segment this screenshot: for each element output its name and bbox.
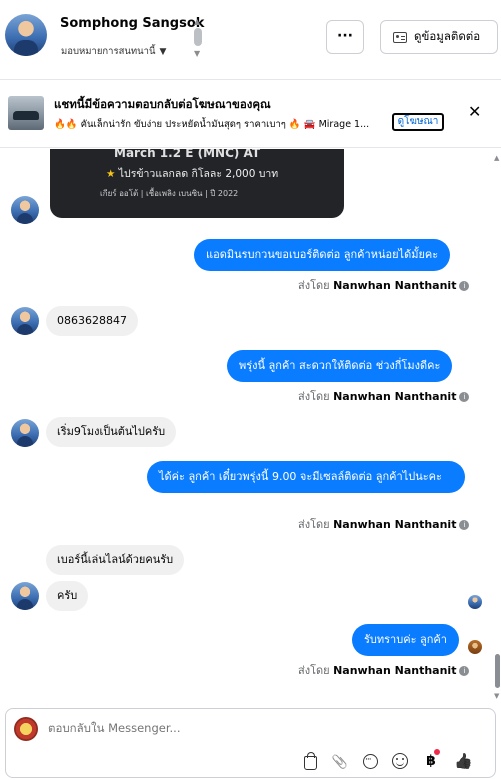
scroll-up-arrow-icon[interactable]: ▲ [494,154,499,162]
sent-by-label: ส่งโดย Nanwhan Nanthanit i [298,387,470,405]
sent-by-label: ส่งโดย Nanwhan Nanthanit i [298,515,470,533]
reply-input[interactable] [48,721,468,735]
read-receipt-avatar [468,640,482,654]
incoming-message[interactable]: 0863628847 [46,306,138,336]
incoming-message[interactable]: เบอร์นี้เล่นไลน์ด้วยคนรับ [46,545,185,575]
sent-by-prefix: ส่งโดย [298,279,330,292]
info-icon[interactable]: i [459,392,470,402]
sender-name: Nanwhan Nanthanit [333,518,457,531]
assign-conversation-dropdown[interactable]: มอบหมายการสนทนานี้ ▼ [61,44,166,59]
notification-dot [434,749,440,755]
outgoing-message[interactable]: ได้ค่ะ ลูกค้า เดี๋ยวพรุ่งนี้ 9.00 จะมีเซ… [147,461,465,493]
thread-scrollbar[interactable]: ▲ ▼ [494,149,501,706]
contact-avatar-small[interactable] [11,582,39,610]
star-icon: ★ [106,168,116,180]
scroll-thumb[interactable] [495,654,500,688]
ad-banner-subtitle: 🔥🔥 คันเล็กน่ารัก ขับง่าย ประหยัดน้ำมันสุ… [54,119,370,130]
scroll-up-arrow-icon[interactable]: ▲ [194,17,200,26]
ad-card-specs: เกียร์ ออโต้ | เชื้อเพลิง เบนซิน | ปี 20… [100,189,239,198]
outgoing-message[interactable]: แอดมินรบกวนขอเบอร์ติดต่อ ลูกค้าหน่อยได้ม… [194,239,451,271]
contact-info-button[interactable]: ดูข้อมูลติดต่อ [380,20,498,54]
baht-icon[interactable]: ฿ [422,749,440,770]
ad-banner-title: แชทนี้มีข้อความตอบกลับต่อโฆษณาของคุณ [54,97,271,111]
shopping-bag-icon[interactable] [304,751,317,770]
sender-name: Nanwhan Nanthanit [333,279,457,292]
ad-card-model: March 1.2 E (MNC) AT [114,149,261,160]
sent-by-label: ส่งโดย Nanwhan Nanthanit i [298,276,470,294]
incoming-message[interactable]: ครับ [46,581,89,611]
read-receipt-avatar [468,595,482,609]
conversation-header: Somphong Sangsok มอบหมายการสนทนานี้ ▼ ▲ ▼… [0,0,501,80]
scroll-down-arrow-icon[interactable]: ▼ [194,49,200,58]
page-avatar [14,717,38,741]
contact-avatar-small[interactable] [11,307,39,335]
message-thread[interactable]: March 1.2 E (MNC) AT ★ ไปรข้าวแลกลด กิโล… [0,149,501,706]
close-icon[interactable]: ✕ [468,102,481,121]
sent-by-prefix: ส่งโดย [298,390,330,403]
contact-name[interactable]: Somphong Sangsok [60,16,204,31]
contact-avatar[interactable] [5,14,47,56]
sent-by-prefix: ส่งโดย [298,518,330,531]
sender-name: Nanwhan Nanthanit [333,664,457,677]
info-icon[interactable]: i [459,666,470,676]
contact-avatar-small[interactable] [11,196,39,224]
info-icon[interactable]: i [459,520,470,530]
assign-label: มอบหมายการสนทนานี้ [61,46,156,57]
ad-referral-banner: แชทนี้มีข้อความตอบกลับต่อโฆษณาของคุณ 🔥🔥 … [0,80,501,148]
contact-card-icon [393,31,407,43]
smiley-icon[interactable] [392,753,408,769]
sent-by-prefix: ส่งโดย [298,664,330,677]
outgoing-message[interactable]: พรุ่งนี้ ลูกค้า สะดวกให้ติดต่อ ช่วงกี่โม… [227,350,453,382]
contact-info-label: ดูข้อมูลติดต่อ [414,29,481,43]
ad-card-promo-text: ไปรข้าวแลกลด กิโลละ 2,000 บาท [118,168,279,180]
ad-card-promo: ★ ไปรข้าวแลกลด กิโลละ 2,000 บาท [106,165,278,182]
message-composer: ฿ [5,708,496,778]
outgoing-message[interactable]: รับทราบค่ะ ลูกค้า [352,624,459,656]
view-ad-link[interactable]: ดูโฆษณา [392,113,444,131]
scroll-thumb[interactable] [194,28,202,46]
ad-image-card[interactable]: March 1.2 E (MNC) AT ★ ไปรข้าวแลกลด กิโล… [50,149,344,218]
scroll-down-arrow-icon[interactable]: ▼ [494,692,499,700]
composer-toolbar: ฿ [304,749,472,770]
chat-bubble-icon[interactable] [363,751,378,769]
ad-thumbnail[interactable] [8,96,44,130]
thumbs-up-icon[interactable] [454,752,472,770]
paperclip-icon[interactable] [331,752,349,770]
chevron-down-icon: ▼ [159,47,167,57]
contact-avatar-small[interactable] [11,419,39,447]
header-scrollbar[interactable]: ▲ ▼ [193,17,203,59]
incoming-message[interactable]: เริ่ม9โมงเป็นต้นไปครับ [46,417,177,447]
more-options-button[interactable]: ··· [326,20,364,54]
sent-by-label: ส่งโดย Nanwhan Nanthanit i [298,661,470,679]
info-icon[interactable]: i [459,281,470,291]
more-icon: ··· [337,28,353,44]
sender-name: Nanwhan Nanthanit [333,390,457,403]
